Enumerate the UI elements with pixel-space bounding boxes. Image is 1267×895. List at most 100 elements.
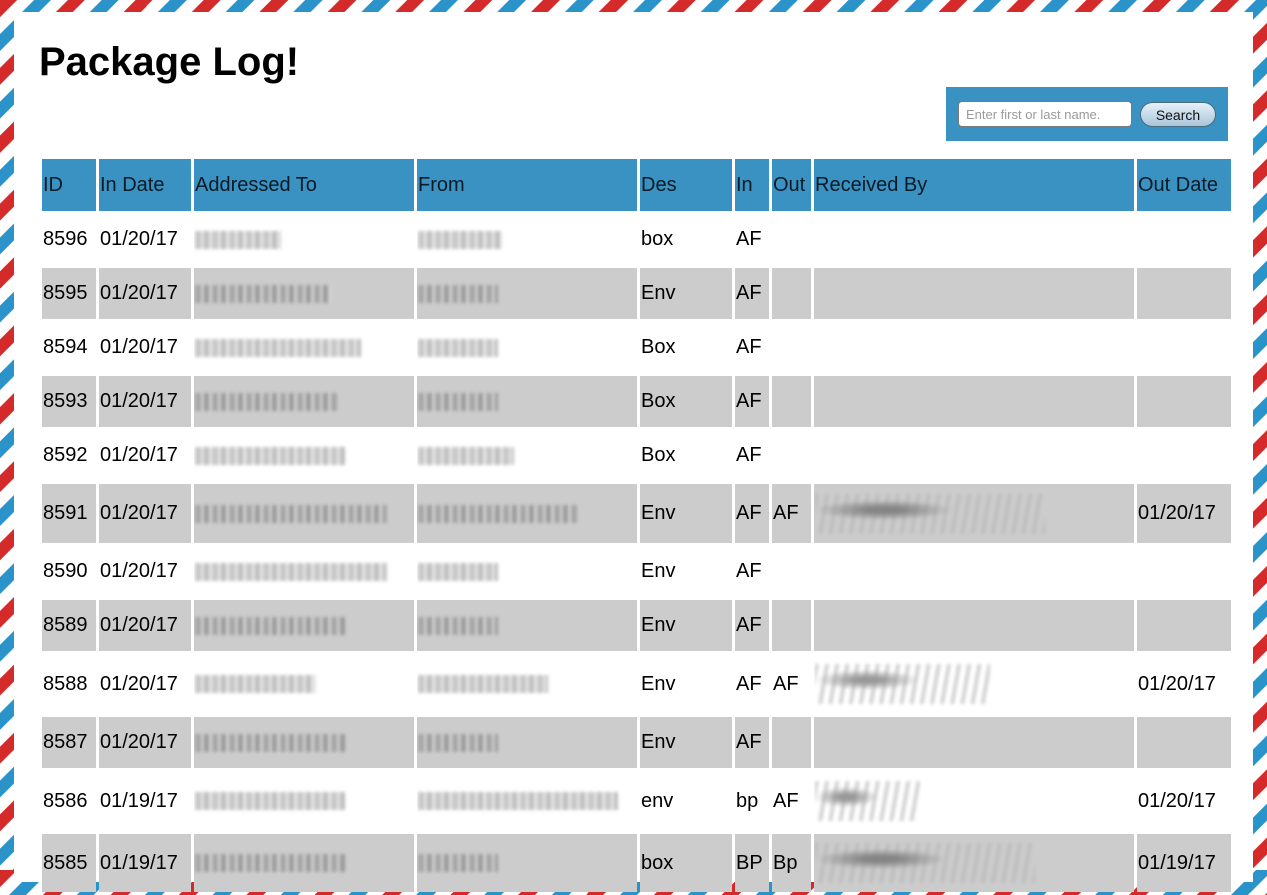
cell-from — [417, 834, 637, 892]
cell-received-by — [814, 600, 1134, 651]
cell-id: 8590 — [42, 546, 96, 597]
table-row[interactable]: 8589 01/20/17 Env AF — [42, 600, 1231, 651]
table-row[interactable]: 8586 01/19/17 env bp AF 01/20/17 — [42, 771, 1231, 831]
cell-addressed-to — [194, 654, 414, 714]
cell-des: Box — [640, 376, 732, 427]
cell-in: AF — [735, 717, 769, 768]
column-header-id[interactable]: ID — [42, 159, 96, 211]
table-row[interactable]: 8591 01/20/17 Env AF AF 01/20/17 — [42, 484, 1231, 543]
cell-received-by — [814, 322, 1134, 373]
redacted-sender — [418, 616, 498, 635]
cell-out — [772, 430, 811, 481]
cell-received-by — [814, 717, 1134, 768]
cell-addressed-to — [194, 546, 414, 597]
cell-in-date: 01/19/17 — [99, 771, 191, 831]
signature-image — [815, 781, 920, 821]
column-header-received-by[interactable]: Received By — [814, 159, 1134, 211]
cell-des: Env — [640, 268, 732, 319]
cell-in-date: 01/20/17 — [99, 322, 191, 373]
column-header-out-date[interactable]: Out Date — [1137, 159, 1231, 211]
cell-out — [772, 322, 811, 373]
table-row[interactable]: 8596 01/20/17 box AF — [42, 214, 1231, 265]
column-header-out[interactable]: Out — [772, 159, 811, 211]
cell-des: Env — [640, 654, 732, 714]
redacted-name — [195, 392, 339, 411]
cell-received-by — [814, 484, 1134, 543]
table-header-row: ID In Date Addressed To From Des In Out … — [42, 159, 1231, 211]
table-row[interactable]: 8593 01/20/17 Box AF — [42, 376, 1231, 427]
cell-id: 8592 — [42, 430, 96, 481]
cell-in-date: 01/20/17 — [99, 268, 191, 319]
cell-out-date — [1137, 430, 1231, 481]
table-row[interactable]: 8585 01/19/17 box BP Bp 01/19/17 — [42, 834, 1231, 892]
cell-addressed-to — [194, 214, 414, 265]
signature-image — [815, 843, 1035, 883]
table-row[interactable]: 8595 01/20/17 Env AF — [42, 268, 1231, 319]
cell-in: AF — [735, 268, 769, 319]
cell-des: Box — [640, 430, 732, 481]
cell-des: Env — [640, 600, 732, 651]
page-title: Package Log! — [39, 40, 300, 84]
cell-in-date: 01/20/17 — [99, 717, 191, 768]
column-header-from[interactable]: From — [417, 159, 637, 211]
cell-in-date: 01/19/17 — [99, 834, 191, 892]
cell-out-date: 01/20/17 — [1137, 771, 1231, 831]
cell-from — [417, 268, 637, 319]
cell-out — [772, 546, 811, 597]
cell-out-date: 01/20/17 — [1137, 484, 1231, 543]
redacted-sender — [418, 792, 618, 811]
table-row[interactable]: 8587 01/20/17 Env AF — [42, 717, 1231, 768]
redacted-name — [195, 230, 281, 249]
table-row[interactable]: 8594 01/20/17 Box AF — [42, 322, 1231, 373]
redacted-name — [195, 504, 387, 523]
cell-from — [417, 546, 637, 597]
cell-out-date — [1137, 546, 1231, 597]
column-header-in[interactable]: In — [735, 159, 769, 211]
cell-addressed-to — [194, 376, 414, 427]
column-header-addressed-to[interactable]: Addressed To — [194, 159, 414, 211]
table-row[interactable]: 8588 01/20/17 Env AF AF 01/20/17 — [42, 654, 1231, 714]
cell-out-date — [1137, 717, 1231, 768]
cell-received-by — [814, 546, 1134, 597]
cell-in: AF — [735, 600, 769, 651]
cell-out — [772, 717, 811, 768]
cell-out: AF — [772, 654, 811, 714]
cell-out: AF — [772, 484, 811, 543]
cell-des: box — [640, 834, 732, 892]
cell-out-date — [1137, 214, 1231, 265]
search-input[interactable] — [958, 101, 1132, 127]
cell-from — [417, 771, 637, 831]
table-row[interactable]: 8592 01/20/17 Box AF — [42, 430, 1231, 481]
cell-in-date: 01/20/17 — [99, 484, 191, 543]
cell-addressed-to — [194, 484, 414, 543]
cell-out: AF — [772, 771, 811, 831]
search-button[interactable]: Search — [1140, 102, 1216, 127]
cell-des: Env — [640, 717, 732, 768]
redacted-name — [195, 733, 345, 752]
package-log-table: ID In Date Addressed To From Des In Out … — [39, 156, 1234, 895]
cell-id: 8595 — [42, 268, 96, 319]
cell-in: AF — [735, 546, 769, 597]
cell-addressed-to — [194, 430, 414, 481]
signature-image — [815, 493, 1045, 534]
cell-in: AF — [735, 484, 769, 543]
cell-in: AF — [735, 376, 769, 427]
cell-in-date: 01/20/17 — [99, 376, 191, 427]
cell-received-by — [814, 771, 1134, 831]
cell-out-date — [1137, 322, 1231, 373]
redacted-name — [195, 562, 387, 581]
cell-des: env — [640, 771, 732, 831]
column-header-in-date[interactable]: In Date — [99, 159, 191, 211]
table-row[interactable]: 8590 01/20/17 Env AF — [42, 546, 1231, 597]
cell-in-date: 01/20/17 — [99, 430, 191, 481]
cell-out: Bp — [772, 834, 811, 892]
cell-received-by — [814, 834, 1134, 892]
cell-addressed-to — [194, 717, 414, 768]
redacted-name — [195, 446, 345, 465]
cell-addressed-to — [194, 600, 414, 651]
cell-id: 8588 — [42, 654, 96, 714]
cell-received-by — [814, 654, 1134, 714]
cell-from — [417, 430, 637, 481]
column-header-des[interactable]: Des — [640, 159, 732, 211]
cell-in: BP — [735, 834, 769, 892]
